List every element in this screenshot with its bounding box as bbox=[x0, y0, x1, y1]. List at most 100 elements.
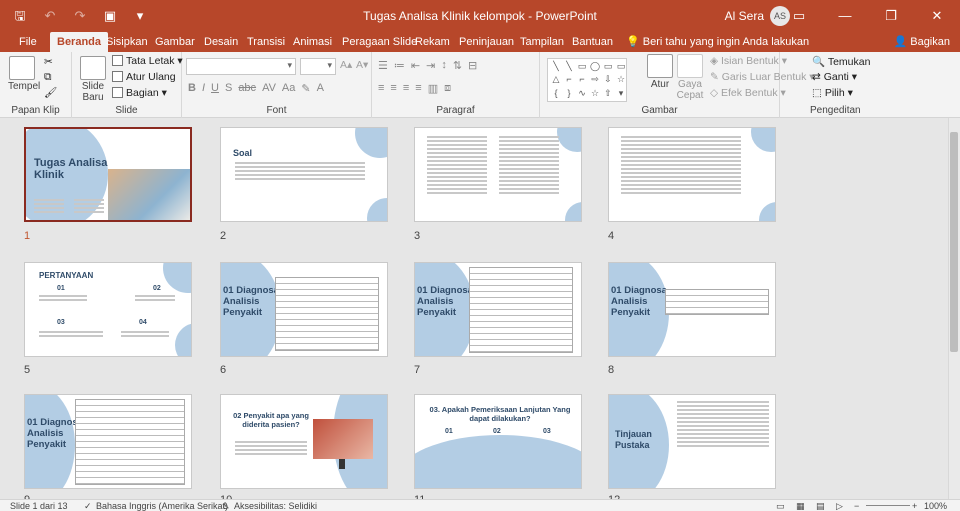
slide-thumbnail-4[interactable] bbox=[608, 127, 776, 222]
slide-thumbnail-1[interactable]: Tugas Analisa Klinik bbox=[24, 127, 192, 222]
close-icon[interactable]: ✕ bbox=[914, 0, 960, 32]
shape-brace-icon[interactable]: } bbox=[563, 88, 575, 99]
shrink-font-icon[interactable]: A▾ bbox=[356, 59, 368, 71]
restore-icon[interactable]: ❐ bbox=[868, 0, 914, 32]
underline-icon[interactable]: U bbox=[211, 82, 219, 95]
user-name[interactable]: Al Sera bbox=[725, 9, 764, 23]
reset-button[interactable]: Atur Ulang bbox=[112, 71, 176, 83]
arrange-button[interactable]: Atur bbox=[646, 54, 674, 90]
format-painter-icon[interactable]: 🖌 bbox=[44, 86, 57, 99]
tab-animations[interactable]: Animasi bbox=[293, 32, 332, 52]
copy-icon[interactable]: ⧉ bbox=[44, 71, 52, 84]
accessibility-status[interactable]: Aksesibilitas: Selidiki bbox=[234, 501, 317, 511]
redo-icon[interactable]: ↷ bbox=[72, 8, 88, 24]
increase-indent-icon[interactable]: ⇥ bbox=[426, 59, 435, 72]
font-size-select[interactable] bbox=[300, 58, 336, 75]
slide-thumbnail-12[interactable]: Tinjauan Pustaka bbox=[608, 394, 776, 489]
tab-insert[interactable]: Sisipkan bbox=[106, 32, 148, 52]
tab-review[interactable]: Peninjauan bbox=[459, 32, 514, 52]
save-icon[interactable]: 🖫 bbox=[12, 8, 28, 24]
highlight-icon[interactable]: ✎ bbox=[301, 82, 310, 95]
slide-thumbnail-6[interactable]: 01 Diagnosa Analisis Penyakit bbox=[220, 262, 388, 357]
section-button[interactable]: Bagian ▾ bbox=[112, 87, 167, 99]
slide-thumbnail-9[interactable]: 01 Diagnosa Analisis Penyakit bbox=[24, 394, 192, 489]
align-right-icon[interactable]: ≡ bbox=[403, 82, 409, 95]
slide-thumbnail-10[interactable]: 02 Penyakit apa yang diderita pasien? bbox=[220, 394, 388, 489]
align-center-icon[interactable]: ≡ bbox=[390, 82, 396, 95]
shape-arrow-icon[interactable]: ⇩ bbox=[602, 74, 614, 85]
font-family-select[interactable] bbox=[186, 58, 296, 75]
grow-font-icon[interactable]: A▴ bbox=[340, 59, 352, 71]
tell-me-search[interactable]: 💡 Beri tahu yang ingin Anda lakukan bbox=[626, 32, 809, 52]
strikethrough-icon[interactable]: abc bbox=[238, 82, 256, 95]
zoom-out-icon[interactable]: − bbox=[854, 501, 859, 511]
zoom-slider[interactable] bbox=[866, 505, 910, 506]
shape-more-icon[interactable]: ▾ bbox=[615, 88, 626, 99]
shape-line-icon[interactable]: ╲ bbox=[550, 61, 562, 72]
select-button[interactable]: ⬚ Pilih ▾ bbox=[812, 87, 853, 99]
align-left-icon[interactable]: ≡ bbox=[378, 82, 384, 95]
bold-icon[interactable]: B bbox=[188, 82, 196, 95]
shape-connector-icon[interactable]: ⌐ bbox=[563, 74, 575, 85]
shape-star-icon[interactable]: ☆ bbox=[615, 74, 626, 85]
decrease-indent-icon[interactable]: ⇤ bbox=[411, 59, 420, 72]
tab-slideshow[interactable]: Peragaan Slide bbox=[342, 32, 417, 52]
shape-rect-icon[interactable]: ▭ bbox=[615, 61, 626, 72]
quick-styles-button[interactable]: Gaya Cepat bbox=[676, 54, 704, 101]
shape-brace-icon[interactable]: { bbox=[550, 88, 562, 99]
scrollbar-thumb[interactable] bbox=[950, 132, 958, 352]
smartart-icon[interactable]: ⧈ bbox=[444, 82, 451, 95]
tab-record[interactable]: Rekam bbox=[415, 32, 450, 52]
layout-button[interactable]: Tata Letak ▾ bbox=[112, 55, 183, 67]
normal-view-icon[interactable]: ▭ bbox=[776, 501, 785, 511]
ribbon-display-options-icon[interactable]: ▭ bbox=[776, 0, 822, 32]
align-text-icon[interactable]: ⊟ bbox=[468, 59, 477, 72]
slide-thumbnail-5[interactable]: PERTANYAAN 01 02 03 04 bbox=[24, 262, 192, 357]
shape-star-icon[interactable]: ☆ bbox=[589, 88, 601, 99]
paste-button[interactable]: Tempel bbox=[8, 56, 40, 92]
shape-oval-icon[interactable]: ◯ bbox=[589, 61, 601, 72]
shape-rect-icon[interactable]: ▭ bbox=[602, 61, 614, 72]
new-slide-button[interactable]: Slide Baru bbox=[78, 56, 108, 103]
zoom-in-icon[interactable]: + bbox=[912, 501, 917, 511]
bullets-icon[interactable]: ☰ bbox=[378, 59, 388, 72]
slide-thumbnail-7[interactable]: 01 Diagnosa Analisis Penyakit bbox=[414, 262, 582, 357]
tab-design[interactable]: Desain bbox=[204, 32, 238, 52]
undo-icon[interactable]: ↶ bbox=[42, 8, 58, 24]
shape-connector-icon[interactable]: ⌐ bbox=[576, 74, 588, 85]
spellcheck-icon[interactable]: ✓ bbox=[84, 501, 92, 511]
tab-help[interactable]: Bantuan bbox=[572, 32, 613, 52]
slide-thumbnail-3[interactable] bbox=[414, 127, 582, 222]
share-button[interactable]: 👤 Bagikan bbox=[893, 32, 950, 52]
minimize-icon[interactable]: — bbox=[822, 0, 868, 32]
reading-view-icon[interactable]: ▤ bbox=[816, 501, 825, 511]
slide-thumbnail-11[interactable]: 03. Apakah Pemeriksaan Lanjutan Yang dap… bbox=[414, 394, 582, 489]
columns-icon[interactable]: ▥ bbox=[428, 82, 438, 95]
slide-thumbnail-2[interactable]: Soal bbox=[220, 127, 388, 222]
shape-arrow-icon[interactable]: ⇧ bbox=[602, 88, 614, 99]
font-color-icon[interactable]: A bbox=[317, 82, 324, 95]
shapes-gallery[interactable]: ╲ ╲ ▭ ◯ ▭ ▭ △ ⌐ ⌐ ⇨ ⇩ ☆ {} ∿ ☆ ⇧ ▾ bbox=[547, 58, 627, 102]
line-spacing-icon[interactable]: ↕ bbox=[441, 59, 447, 72]
tab-transitions[interactable]: Transisi bbox=[247, 32, 285, 52]
change-case-icon[interactable]: Aa bbox=[282, 82, 295, 95]
slide-thumbnail-8[interactable]: 01 Diagnosa Analisis Penyakit bbox=[608, 262, 776, 357]
shape-fill-button[interactable]: ◈ Isian Bentuk ▾ bbox=[710, 55, 787, 67]
char-spacing-icon[interactable]: AV bbox=[262, 82, 276, 95]
text-direction-icon[interactable]: ⇅ bbox=[453, 59, 462, 72]
shape-arrow-icon[interactable]: ⇨ bbox=[589, 74, 601, 85]
shape-rect-icon[interactable]: ▭ bbox=[576, 61, 588, 72]
shape-effects-button[interactable]: ◇ Efek Bentuk ▾ bbox=[710, 87, 786, 99]
shape-triangle-icon[interactable]: △ bbox=[550, 74, 562, 85]
replace-button[interactable]: ⇄ Ganti ▾ bbox=[812, 71, 857, 83]
tab-file[interactable]: File bbox=[19, 32, 37, 52]
justify-icon[interactable]: ≡ bbox=[415, 82, 421, 95]
language-indicator[interactable]: Bahasa Inggris (Amerika Serikat) bbox=[96, 501, 228, 511]
find-button[interactable]: 🔍 Temukan bbox=[812, 55, 870, 68]
shadow-icon[interactable]: S bbox=[225, 82, 232, 95]
tab-home[interactable]: Beranda bbox=[50, 32, 109, 52]
tab-draw[interactable]: Gambar bbox=[155, 32, 195, 52]
tab-view[interactable]: Tampilan bbox=[520, 32, 564, 52]
shape-line-icon[interactable]: ╲ bbox=[563, 61, 575, 72]
zoom-level[interactable]: 100% bbox=[924, 501, 947, 511]
